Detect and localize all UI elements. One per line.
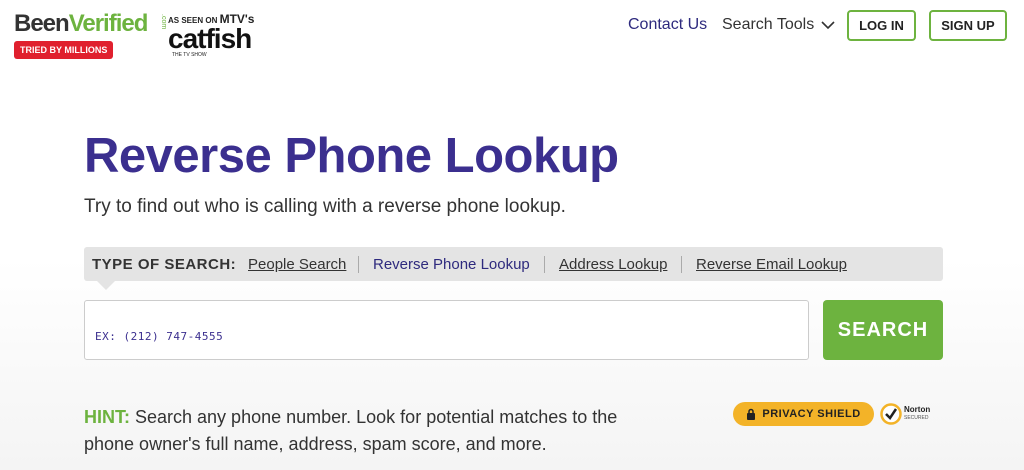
norton-check-icon [880,403,902,425]
divider [358,256,359,273]
logo-dotcom: .com [160,14,167,30]
lock-icon [747,408,756,420]
phone-search-input[interactable] [84,300,809,360]
login-button[interactable]: LOG IN [847,10,916,41]
beenverified-logo[interactable]: BeenVerified .com TRIED BY MILLIONS [14,10,167,59]
search-type-address[interactable]: Address Lookup [559,256,667,273]
hint-label: HINT: [84,407,130,427]
search-type-label: TYPE OF SEARCH: [92,256,237,273]
search-type-people[interactable]: People Search [248,256,346,273]
nav-search-tools[interactable]: Search Tools [722,16,835,34]
mtv-catfish-logo: AS SEEN ON MTV's catfish THE TV SHOW [168,12,278,58]
privacy-shield-badge: PRIVACY SHIELD [733,402,874,426]
page-subtitle: Try to find out who is calling with a re… [84,196,566,217]
site-header: BeenVerified .com TRIED BY MILLIONS AS S… [0,0,1024,78]
hint-text: Search any phone number. Look for potent… [84,407,618,454]
search-type-reverse-phone[interactable]: Reverse Phone Lookup [373,256,530,273]
logo-wordmark: BeenVerified [14,10,148,37]
divider [544,256,545,273]
norton-secured-label: SECURED [904,415,929,421]
signup-button[interactable]: SIGN UP [929,10,1007,41]
page-title: Reverse Phone Lookup [84,129,619,183]
tried-by-millions-badge: TRIED BY MILLIONS [14,41,114,59]
search-type-bar: TYPE OF SEARCH: People Search Reverse Ph… [84,247,943,290]
norton-label: Norton [904,405,931,414]
search-type-reverse-email[interactable]: Reverse Email Lookup [696,256,847,273]
chevron-down-icon [821,20,835,29]
nav-contact-us[interactable]: Contact Us [628,16,707,34]
norton-secured-badge: Norton SECURED [880,400,944,428]
catfish-wordmark: catfish [168,23,252,54]
search-button[interactable]: SEARCH [823,300,943,360]
nav-search-tools-label: Search Tools [722,16,815,33]
divider [681,256,682,273]
search-hint: HINT: Search any phone number. Look for … [84,404,664,458]
privacy-shield-label: PRIVACY SHIELD [762,408,861,420]
